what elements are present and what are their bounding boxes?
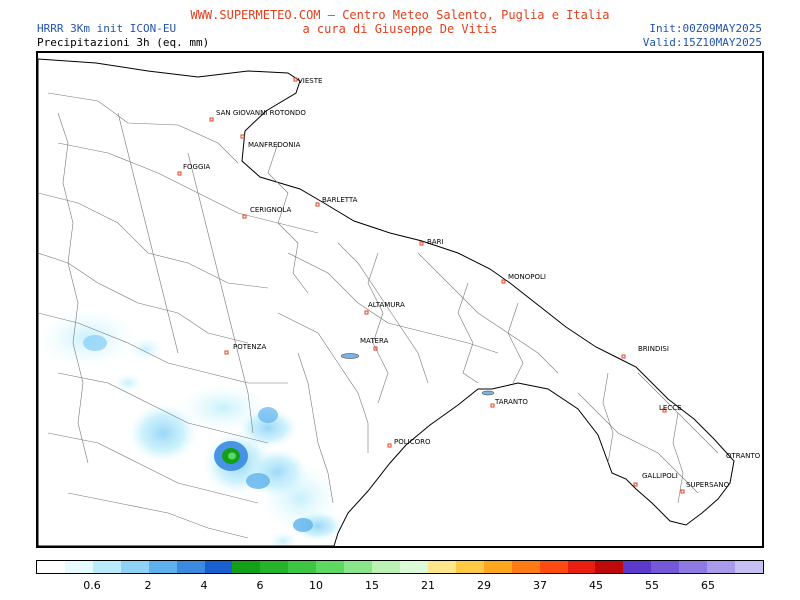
city-label: BRINDISI bbox=[638, 345, 669, 353]
colorbar-label: 37 bbox=[533, 579, 547, 592]
colorbar-swatch bbox=[539, 561, 568, 573]
city-label: MANFREDONIA bbox=[248, 141, 301, 149]
city-label: BARLETTA bbox=[322, 196, 358, 204]
colorbar-swatch bbox=[511, 561, 540, 573]
city-label: POLICORO bbox=[394, 438, 431, 446]
colorbar-swatch bbox=[148, 561, 177, 573]
colorbar-swatch bbox=[399, 561, 428, 573]
colorbar-label: 4 bbox=[200, 579, 208, 592]
city-label: BARI bbox=[427, 238, 444, 246]
colorbar-label: 55 bbox=[645, 579, 659, 592]
city-label: MONOPOLI bbox=[508, 273, 546, 281]
colorbar-swatch bbox=[595, 561, 624, 573]
colorbar-swatch bbox=[679, 561, 708, 573]
city-label: ALTAMURA bbox=[368, 301, 405, 309]
colorbar-label: 0.6 bbox=[83, 579, 101, 592]
colorbar-label: 10 bbox=[309, 579, 323, 592]
colorbar-swatch bbox=[232, 561, 261, 573]
colorbar-swatch bbox=[64, 561, 93, 573]
colorbar-swatch bbox=[455, 561, 484, 573]
city-marker bbox=[621, 354, 626, 359]
colorbar-label: 29 bbox=[477, 579, 491, 592]
city-marker bbox=[490, 403, 495, 408]
init-time: Init:00Z09MAY2025 bbox=[649, 22, 762, 35]
colorbar-swatch bbox=[260, 561, 289, 573]
colorbar-swatch bbox=[651, 561, 680, 573]
colorbar-label: 2 bbox=[144, 579, 152, 592]
colorbar-swatch bbox=[344, 561, 373, 573]
colorbar-label: 65 bbox=[701, 579, 715, 592]
precipitation-map: VIESTE SAN GIOVANNI ROTONDO MANFREDONIA … bbox=[36, 51, 764, 548]
site-title: WWW.SUPERMETEO.COM — Centro Meteo Salent… bbox=[190, 8, 610, 22]
city-label: CERIGNOLA bbox=[250, 206, 291, 214]
colorbar-swatch bbox=[120, 561, 149, 573]
lake bbox=[481, 390, 495, 396]
colorbar-swatch bbox=[735, 561, 763, 573]
colorbar-label: 15 bbox=[365, 579, 379, 592]
colorbar-swatch bbox=[623, 561, 652, 573]
city-label: MATERA bbox=[360, 337, 389, 345]
colorbar-swatch bbox=[92, 561, 121, 573]
city-label: OTRANTO bbox=[726, 452, 761, 460]
city-label: LECCE bbox=[659, 404, 682, 412]
colorbar-swatch bbox=[567, 561, 596, 573]
colorbar-swatch bbox=[176, 561, 205, 573]
valid-time: Valid:15Z10MAY2025 bbox=[642, 36, 762, 49]
city-label: VIESTE bbox=[298, 77, 322, 85]
colorbar-swatch bbox=[288, 561, 317, 573]
colorbar-labels: 0.6 2 4 6 10 15 21 29 37 45 55 65 bbox=[36, 579, 764, 593]
map-canvas: VIESTE SAN GIOVANNI ROTONDO MANFREDONIA … bbox=[38, 58, 761, 546]
city-label: POTENZA bbox=[233, 343, 266, 351]
colorbar-label: 45 bbox=[589, 579, 603, 592]
city-label: SAN GIOVANNI ROTONDO bbox=[216, 109, 306, 117]
colorbar-swatch bbox=[483, 561, 512, 573]
colorbar-swatch bbox=[372, 561, 400, 573]
city-label: TARANTO bbox=[494, 398, 528, 406]
parameter-label: Precipitazioni 3h (eq. mm) bbox=[37, 36, 210, 49]
colorbar-label: 21 bbox=[421, 579, 435, 592]
colorbar-swatch bbox=[37, 561, 65, 573]
colorbar-swatch bbox=[427, 561, 456, 573]
colorbar-label: 6 bbox=[256, 579, 264, 592]
colorbar-swatch bbox=[707, 561, 736, 573]
colorbar-swatch bbox=[204, 561, 233, 573]
city-label: SUPERSANO bbox=[686, 481, 730, 489]
precipitation-colorbar bbox=[36, 560, 764, 574]
city-label: GALLIPOLI bbox=[642, 472, 678, 480]
city-label: FOGGIA bbox=[183, 163, 210, 171]
lake bbox=[340, 353, 360, 359]
colorbar-swatch bbox=[316, 561, 345, 573]
